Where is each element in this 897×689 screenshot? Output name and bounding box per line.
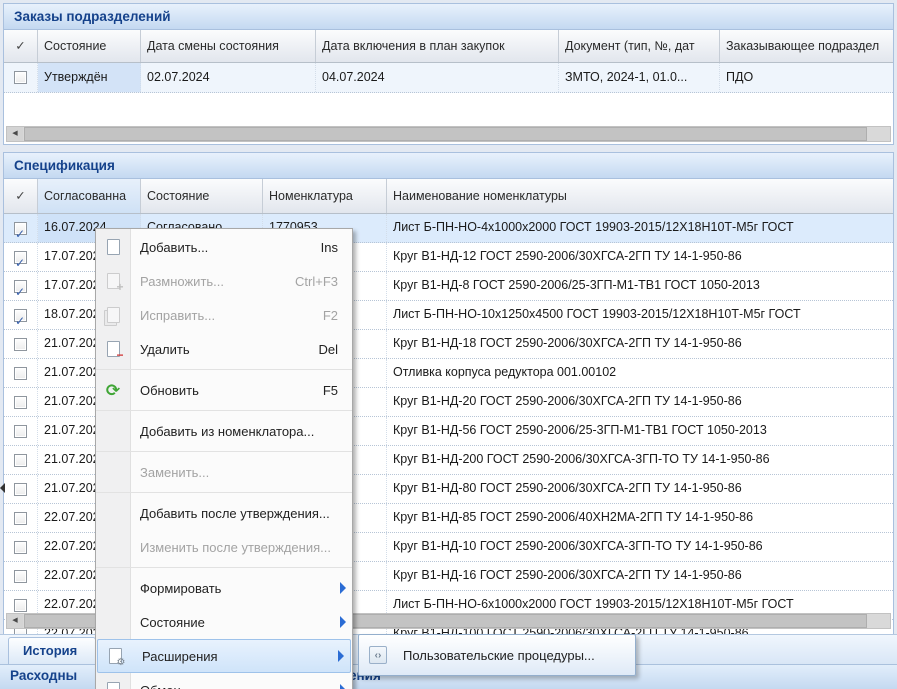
page-copy-plus-icon: + bbox=[96, 273, 130, 289]
row-checkbox[interactable] bbox=[14, 570, 27, 583]
spec-cell-name[interactable]: Круг В1-НД-8 ГОСТ 2590-2006/25-3ГП-М1-ТВ… bbox=[387, 272, 893, 300]
submenu-arrow-icon bbox=[340, 684, 346, 689]
orders-cell-department[interactable]: ПДО bbox=[720, 63, 893, 92]
orders-horizontal-scrollbar[interactable]: ◀ bbox=[6, 126, 891, 142]
spec-cell-name[interactable]: Круг В1-НД-200 ГОСТ 2590-2006/30ХГСА-3ГП… bbox=[387, 446, 893, 474]
extensions-submenu: ‹› Пользовательские процедуры... bbox=[358, 634, 636, 676]
menu-item-extensions[interactable]: ⚙ Расширения bbox=[97, 639, 351, 673]
row-checkbox[interactable] bbox=[14, 483, 27, 496]
orders-panel: Заказы подразделений ✓ Состояние Дата см… bbox=[3, 3, 894, 145]
tab-history[interactable]: История bbox=[8, 637, 96, 664]
menu-item-add-from-nomenclator[interactable]: Добавить из номенклатора... bbox=[96, 414, 352, 448]
menu-item-form[interactable]: Формировать bbox=[96, 571, 352, 605]
page-delete-icon: − bbox=[96, 341, 130, 357]
menu-separator bbox=[96, 564, 352, 571]
submenu-arrow-icon bbox=[338, 650, 344, 662]
orders-column-date-change[interactable]: Дата смены состояния bbox=[141, 30, 316, 62]
row-checkbox[interactable] bbox=[14, 338, 27, 351]
spec-check-column-header[interactable]: ✓ bbox=[4, 179, 38, 213]
spec-cell-name[interactable]: Круг В1-НД-18 ГОСТ 2590-2006/30ХГСА-2ГП … bbox=[387, 330, 893, 358]
orders-column-state[interactable]: Состояние bbox=[38, 30, 141, 62]
menu-item-state[interactable]: Состояние bbox=[96, 605, 352, 639]
spec-panel-title: Спецификация bbox=[4, 153, 893, 179]
spec-cell-name[interactable]: Лист Б-ПН-НО-10х1250х4500 ГОСТ 19903-201… bbox=[387, 301, 893, 329]
orders-column-date-plan[interactable]: Дата включения в план закупок bbox=[316, 30, 559, 62]
orders-cell-state[interactable]: Утверждён bbox=[38, 63, 141, 92]
row-checkbox[interactable] bbox=[14, 309, 27, 322]
caption-fragment-left: Расходны bbox=[10, 668, 77, 683]
menu-separator bbox=[96, 366, 352, 373]
application-window: Заказы подразделений ✓ Состояние Дата см… bbox=[0, 0, 897, 689]
row-checkbox[interactable] bbox=[14, 280, 27, 293]
spec-cell-name[interactable]: Отливка корпуса редуктора 001.00102 bbox=[387, 359, 893, 387]
submenu-arrow-icon bbox=[340, 616, 346, 628]
menu-item-replace: Заменить... bbox=[96, 455, 352, 489]
menu-separator bbox=[96, 489, 352, 496]
page-exchange-icon: ⇄ bbox=[96, 682, 130, 689]
spec-column-state[interactable]: Состояние bbox=[141, 179, 263, 213]
menu-item-edit: Исправить... F2 bbox=[96, 298, 352, 332]
menu-item-add-after-approval[interactable]: Добавить после утверждения... bbox=[96, 496, 352, 530]
splitter-collapse-icon[interactable] bbox=[0, 483, 5, 493]
user-procedures-icon: ‹› bbox=[369, 646, 387, 664]
row-checkbox[interactable] bbox=[14, 367, 27, 380]
orders-cell-date-plan[interactable]: 04.07.2024 bbox=[316, 63, 559, 92]
menu-item-edit-after-approval: Изменить после утверждения... bbox=[96, 530, 352, 564]
orders-panel-title: Заказы подразделений bbox=[4, 4, 893, 30]
orders-column-document[interactable]: Документ (тип, №, дат bbox=[559, 30, 720, 62]
spec-cell-name[interactable]: Лист Б-ПН-НО-4х1000х2000 ГОСТ 19903-2015… bbox=[387, 214, 893, 242]
page-gear-icon: ⚙ bbox=[98, 648, 132, 664]
orders-table-header: ✓ Состояние Дата смены состояния Дата вк… bbox=[4, 30, 893, 63]
page-edit-icon bbox=[96, 307, 130, 323]
submenu-arrow-icon bbox=[340, 582, 346, 594]
row-checkbox[interactable] bbox=[14, 425, 27, 438]
row-checkbox[interactable] bbox=[14, 396, 27, 409]
menu-item-refresh[interactable]: ⟳ Обновить F5 bbox=[96, 373, 352, 407]
row-checkbox[interactable] bbox=[14, 512, 27, 525]
scroll-left-button[interactable]: ◀ bbox=[7, 127, 23, 141]
row-checkbox[interactable] bbox=[14, 454, 27, 467]
spec-column-nomenclature[interactable]: Номенклатура bbox=[263, 179, 387, 213]
spec-cell-name[interactable]: Круг В1-НД-16 ГОСТ 2590-2006/30ХГСА-2ГП … bbox=[387, 562, 893, 590]
row-checkbox[interactable] bbox=[14, 599, 27, 612]
submenu-item-user-procedures[interactable]: Пользовательские процедуры... bbox=[387, 648, 595, 663]
row-checkbox[interactable] bbox=[14, 251, 27, 264]
row-checkbox[interactable] bbox=[14, 222, 27, 235]
orders-table-row[interactable]: Утверждён 02.07.2024 04.07.2024 ЗМТО, 20… bbox=[4, 63, 893, 93]
menu-item-exchange[interactable]: ⇄ Обмен bbox=[96, 673, 352, 689]
spec-cell-name[interactable]: Круг В1-НД-20 ГОСТ 2590-2006/30ХГСА-2ГП … bbox=[387, 388, 893, 416]
spec-cell-name[interactable]: Круг В1-НД-56 ГОСТ 2590-2006/25-3ГП-М1-Т… bbox=[387, 417, 893, 445]
page-add-icon bbox=[96, 239, 130, 255]
scroll-thumb[interactable] bbox=[24, 127, 867, 141]
menu-separator bbox=[96, 448, 352, 455]
spec-cell-name[interactable]: Круг В1-НД-80 ГОСТ 2590-2006/30ХГСА-2ГП … bbox=[387, 475, 893, 503]
orders-column-department[interactable]: Заказывающее подраздел bbox=[720, 30, 893, 62]
menu-item-duplicate: + Размножить... Ctrl+F3 bbox=[96, 264, 352, 298]
menu-item-delete[interactable]: − Удалить Del bbox=[96, 332, 352, 366]
row-checkbox[interactable] bbox=[14, 541, 27, 554]
orders-cell-document[interactable]: ЗМТО, 2024-1, 01.0... bbox=[559, 63, 720, 92]
spec-cell-name[interactable]: Круг В1-НД-10 ГОСТ 2590-2006/30ХГСА-3ГП-… bbox=[387, 533, 893, 561]
scroll-left-button[interactable]: ◀ bbox=[7, 614, 23, 628]
spec-table-header: ✓ Согласованна Состояние Номенклатура На… bbox=[4, 179, 893, 214]
menu-item-add[interactable]: Добавить... Ins bbox=[96, 230, 352, 264]
row-checkbox[interactable] bbox=[14, 71, 27, 84]
spec-cell-name[interactable]: Круг В1-НД-12 ГОСТ 2590-2006/30ХГСА-2ГП … bbox=[387, 243, 893, 271]
refresh-icon: ⟳ bbox=[96, 382, 130, 399]
menu-separator bbox=[96, 407, 352, 414]
context-menu: Добавить... Ins + Размножить... Ctrl+F3 … bbox=[95, 228, 353, 689]
orders-check-column-header[interactable]: ✓ bbox=[4, 30, 38, 62]
spec-column-agreed-date[interactable]: Согласованна bbox=[38, 179, 141, 213]
spec-column-name[interactable]: Наименование номенклатуры bbox=[387, 179, 893, 213]
spec-cell-name[interactable]: Круг В1-НД-85 ГОСТ 2590-2006/40ХН2МА-2ГП… bbox=[387, 504, 893, 532]
orders-cell-date-change[interactable]: 02.07.2024 bbox=[141, 63, 316, 92]
